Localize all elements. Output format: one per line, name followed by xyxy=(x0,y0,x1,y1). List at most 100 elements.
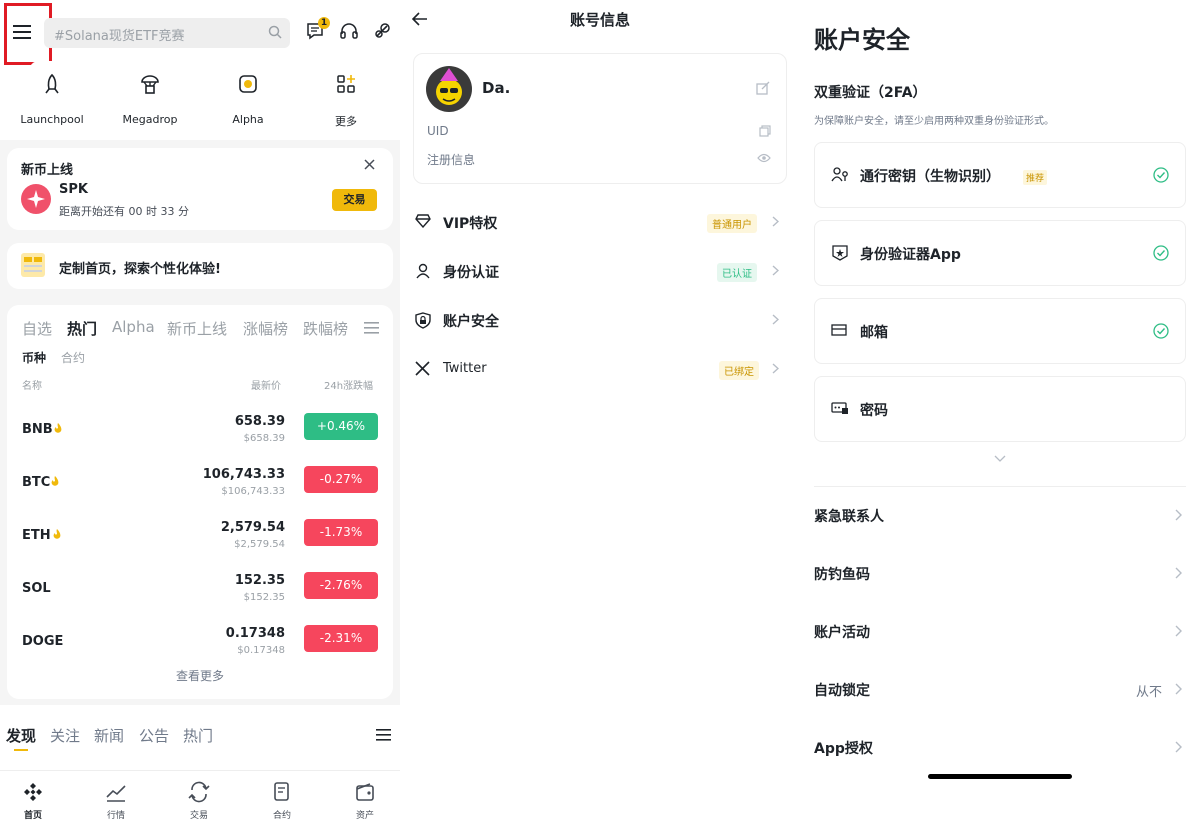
feed-tab-news[interactable]: 新闻 xyxy=(94,725,124,746)
option-authenticator[interactable]: 身份验证器App xyxy=(814,220,1186,286)
profile-username: Da. xyxy=(482,79,511,97)
customize-icon xyxy=(19,251,47,279)
avatar[interactable] xyxy=(426,66,472,112)
quick-link-megadrop[interactable]: Megadrop xyxy=(105,61,195,126)
new-listing-card: 新币上线 SPK 距离开始还有 00 时 33 分 交易 xyxy=(7,148,393,230)
row-twitter[interactable]: Twitter 已绑定 xyxy=(413,347,787,391)
quick-link-launchpool[interactable]: Launchpool xyxy=(7,61,97,126)
market-menu-icon[interactable] xyxy=(364,321,379,334)
feed-tab-discover[interactable]: 发现 xyxy=(6,725,36,746)
home-indicator xyxy=(928,774,1072,779)
feed-tab-following[interactable]: 关注 xyxy=(50,725,80,746)
passkey-person-icon xyxy=(831,167,849,183)
referral-icon[interactable] xyxy=(373,22,391,40)
chevron-down-icon[interactable] xyxy=(994,455,1006,462)
row-identity[interactable]: 身份认证 已认证 xyxy=(413,249,787,293)
feed-tab-announcements[interactable]: 公告 xyxy=(139,725,169,746)
chevron-right-icon xyxy=(772,265,779,276)
table-row[interactable]: SOL 152.35 $152.35 -2.76% xyxy=(7,569,393,622)
messages-icon[interactable]: 1 xyxy=(306,17,330,40)
tab-hot[interactable]: 热门 xyxy=(67,318,97,339)
chevron-right-icon xyxy=(1175,567,1182,579)
binance-logo-icon xyxy=(3,781,63,803)
quick-link-alpha[interactable]: Alpha xyxy=(203,61,293,126)
coin-change-badge: -2.31% xyxy=(304,625,378,652)
quick-link-label: Alpha xyxy=(232,113,264,126)
quick-link-label: 更多 xyxy=(335,115,357,128)
row-vip[interactable]: VIP特权 普通用户 xyxy=(413,200,787,244)
quick-link-label: Megadrop xyxy=(122,113,178,126)
twofa-title: 双重验证（2FA） xyxy=(814,85,927,101)
check-circle-icon xyxy=(1153,323,1169,339)
support-headset-icon[interactable] xyxy=(340,22,358,40)
feed-tab-indicator xyxy=(14,749,28,751)
coin-price: 0.17348 xyxy=(225,626,285,641)
setting-auto-lock[interactable]: 自动锁定 从不 xyxy=(814,670,1186,710)
chevron-right-icon xyxy=(772,363,779,374)
table-row[interactable]: BNB 658.39 $658.39 +0.46% xyxy=(7,410,393,463)
uid-label: UID xyxy=(427,124,449,138)
tab-gainers[interactable]: 涨幅榜 xyxy=(243,318,288,339)
new-listing-title: 新币上线 xyxy=(21,163,74,178)
copy-icon[interactable] xyxy=(759,125,771,137)
customize-home-card[interactable]: 定制首页，探索个性化体验! xyxy=(7,243,393,289)
table-row[interactable]: BTC 106,743.33 $106,743.33 -0.27% xyxy=(7,463,393,516)
chevron-right-icon xyxy=(1175,509,1182,521)
setting-emergency-contact[interactable]: 紧急联系人 xyxy=(814,496,1186,536)
option-label: 邮箱 xyxy=(860,325,888,341)
edit-icon[interactable] xyxy=(756,81,770,95)
eye-icon[interactable] xyxy=(757,153,771,163)
menu-icon[interactable] xyxy=(13,24,31,40)
fire-icon xyxy=(53,422,63,435)
feed-menu-icon[interactable] xyxy=(376,728,391,741)
shield-lock-icon xyxy=(415,312,431,329)
option-passkey[interactable]: 通行密钥（生物识别） 推荐 xyxy=(814,142,1186,208)
table-row[interactable]: ETH 2,579.54 $2,579.54 -1.73% xyxy=(7,516,393,569)
coin-price: 106,743.33 xyxy=(202,467,285,482)
nav-label: 首页 xyxy=(23,811,42,821)
search-input[interactable]: #Solana现货ETF竞赛 xyxy=(44,18,290,48)
chevron-right-icon xyxy=(1175,625,1182,637)
recommended-badge: 推荐 xyxy=(1023,170,1048,185)
more-grid-icon xyxy=(323,61,369,107)
new-listing-countdown: 距离开始还有 00 时 33 分 xyxy=(59,205,189,218)
page-title: 账号信息 xyxy=(569,11,630,29)
nav-futures[interactable]: 合约 xyxy=(252,781,312,821)
tab-alpha[interactable]: Alpha xyxy=(112,318,155,336)
search-icon xyxy=(268,25,282,39)
coin-change-badge: -1.73% xyxy=(304,519,378,546)
quick-link-more[interactable]: 更多 xyxy=(301,61,391,129)
fire-icon xyxy=(52,528,62,541)
tab-watchlist[interactable]: 自选 xyxy=(22,318,52,339)
option-password[interactable]: 密码 xyxy=(814,376,1186,442)
subtab-futures[interactable]: 合约 xyxy=(61,349,85,366)
view-more-link[interactable]: 查看更多 xyxy=(7,667,393,684)
coin-price: 658.39 xyxy=(234,414,285,429)
nav-assets[interactable]: 资产 xyxy=(335,781,395,821)
coin-price-usd: $0.17348 xyxy=(237,645,285,656)
nav-home[interactable]: 首页 xyxy=(3,781,63,821)
setting-app-authorization[interactable]: App授权 xyxy=(814,728,1186,768)
nav-markets[interactable]: 行情 xyxy=(86,781,146,821)
row-label: 身份认证 xyxy=(443,265,499,281)
option-email[interactable]: 邮箱 xyxy=(814,298,1186,364)
tab-new-listing[interactable]: 新币上线 xyxy=(167,318,227,339)
x-logo-icon xyxy=(415,361,430,376)
nav-trade[interactable]: 交易 xyxy=(169,781,229,821)
trade-button[interactable]: 交易 xyxy=(332,189,377,211)
feed-tab-hot[interactable]: 热门 xyxy=(183,725,213,746)
col-change-header: 24h涨跌幅 xyxy=(324,381,374,392)
launchpool-icon xyxy=(29,61,75,107)
setting-anti-phishing[interactable]: 防钓鱼码 xyxy=(814,554,1186,594)
verified-tag: 已认证 xyxy=(717,263,757,282)
close-icon[interactable] xyxy=(364,159,375,170)
row-account-security[interactable]: 账户安全 xyxy=(413,298,787,342)
col-name-header: 名称 xyxy=(22,381,42,392)
tab-losers[interactable]: 跌幅榜 xyxy=(303,318,348,339)
check-circle-icon xyxy=(1153,167,1169,183)
setting-account-activity[interactable]: 账户活动 xyxy=(814,612,1186,652)
coin-name: BNB xyxy=(22,422,53,437)
chevron-right-icon xyxy=(772,216,779,227)
linked-tag: 已绑定 xyxy=(719,361,759,380)
subtab-spot[interactable]: 币种 xyxy=(22,349,46,366)
